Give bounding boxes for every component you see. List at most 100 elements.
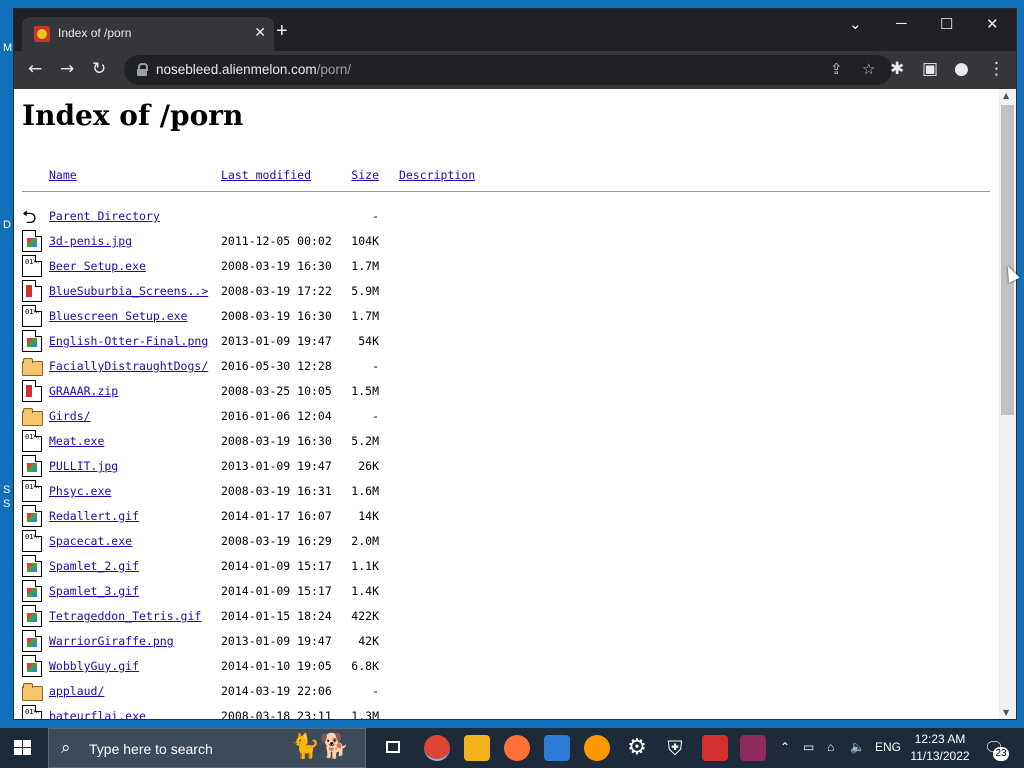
- wifi-icon[interactable]: ⌂: [827, 740, 834, 754]
- scroll-down-icon[interactable]: ▼: [1003, 708, 1009, 717]
- image-file-icon: [22, 630, 42, 652]
- file-size: -: [372, 684, 379, 698]
- antivirus-icon[interactable]: [702, 735, 728, 761]
- tab-search-icon[interactable]: ⌄: [849, 15, 862, 33]
- modified-date: 2014-01-15 18:24: [221, 609, 332, 623]
- scroll-up-icon[interactable]: ▲: [1003, 91, 1009, 100]
- modified-date: 2008-03-19 16:30: [221, 434, 332, 448]
- table-row: applaud/2014-03-19 22:06 -: [22, 679, 992, 704]
- image-file-icon: [22, 330, 42, 352]
- new-tab-button[interactable]: +: [276, 21, 288, 41]
- folder-icon: [22, 680, 43, 702]
- language-indicator[interactable]: ENG: [875, 740, 901, 754]
- file-link[interactable]: Parent Directory: [49, 209, 160, 223]
- file-link[interactable]: WobblyGuy.gif: [49, 659, 139, 673]
- file-size: 2.0M: [351, 534, 379, 548]
- file-size: 5.9M: [351, 284, 379, 298]
- page-title: Index of /porn: [22, 99, 244, 132]
- minimize-button[interactable]: ─: [896, 15, 907, 32]
- file-size: 1.7M: [351, 259, 379, 273]
- table-row: FaciallyDistraughtDogs/2016-05-30 12:28 -: [22, 354, 992, 379]
- image-file-icon: [22, 605, 42, 627]
- modified-date: 2014-01-10 19:05: [221, 659, 332, 673]
- network-icon[interactable]: ▭: [803, 740, 814, 754]
- address-bar[interactable]: nosebleed.alienmelon.com/porn/ ⇪ ☆: [124, 55, 892, 85]
- file-size: 1.6M: [351, 484, 379, 498]
- tab-close-icon[interactable]: ✕: [254, 24, 266, 41]
- table-row: 3d-penis.jpg 2011-12-05 00:02 104K: [22, 229, 992, 254]
- file-explorer-icon[interactable]: [464, 735, 490, 761]
- table-row: WobblyGuy.gif 2014-01-10 19:05 6.8K: [22, 654, 992, 679]
- file-size: 1.4K: [351, 584, 379, 598]
- volume-icon[interactable]: 🔈: [850, 740, 865, 754]
- settings-gear-icon[interactable]: ⚙: [624, 735, 650, 761]
- sublime-icon[interactable]: [584, 735, 610, 761]
- clock-time: 12:23 AM: [914, 732, 966, 746]
- vertical-scrollbar[interactable]: ▲ ▼: [999, 89, 1016, 719]
- file-link[interactable]: PULLIT.jpg: [49, 459, 118, 473]
- file-link[interactable]: applaud/: [49, 684, 104, 698]
- file-link[interactable]: Beer Setup.exe: [49, 259, 146, 273]
- clock[interactable]: 12:23 AM 11/13/2022: [900, 731, 980, 765]
- chevron-up-icon[interactable]: ⌃: [780, 740, 790, 754]
- file-link[interactable]: Redallert.gif: [49, 509, 139, 523]
- desktop-label: S: [3, 484, 11, 496]
- winrar-icon[interactable]: [740, 735, 766, 761]
- file-link[interactable]: GRAAAR.zip: [49, 384, 118, 398]
- extensions-puzzle-icon[interactable]: ✱: [890, 59, 904, 79]
- file-link[interactable]: FaciallyDistraughtDogs/: [49, 359, 208, 373]
- bookmark-star-icon[interactable]: ☆: [862, 60, 875, 78]
- share-icon[interactable]: ⇪: [830, 60, 843, 78]
- task-view-icon[interactable]: [380, 735, 406, 761]
- image-file-icon: [22, 455, 42, 477]
- table-row: Beer Setup.exe 2008-03-19 16:30 1.7M: [22, 254, 992, 279]
- file-size: 1.3M: [351, 709, 379, 719]
- file-link[interactable]: English-Otter-Final.png: [49, 334, 208, 348]
- side-panel-icon[interactable]: ▣: [922, 59, 938, 79]
- scrollbar-thumb[interactable]: [1001, 105, 1014, 415]
- file-link[interactable]: 3d-penis.jpg: [49, 234, 132, 248]
- file-link[interactable]: Phsyc.exe: [49, 484, 111, 498]
- maximize-button[interactable]: ☐: [940, 15, 953, 33]
- binary-file-icon: [22, 480, 42, 502]
- sort-modified-link[interactable]: Last modified: [221, 168, 311, 182]
- firefox-icon[interactable]: [504, 735, 530, 761]
- search-icon: ⌕: [61, 738, 71, 758]
- file-link[interactable]: Meat.exe: [49, 434, 104, 448]
- file-link[interactable]: Bluescreen Setup.exe: [49, 309, 187, 323]
- search-highlight-cats-icon[interactable]: 🐈🐕: [290, 732, 350, 760]
- menu-kebab-icon[interactable]: ⋮: [988, 59, 1005, 79]
- table-row: Spamlet_2.gif 2014-01-09 15:17 1.1K: [22, 554, 992, 579]
- forward-arrow-icon[interactable]: →: [60, 59, 74, 79]
- file-size: 5.2M: [351, 434, 379, 448]
- security-shield-icon[interactable]: ⛨: [662, 735, 688, 761]
- modified-date: 2008-03-19 16:30: [221, 259, 332, 273]
- modified-date: 2013-01-09 19:47: [221, 634, 332, 648]
- browser-tab[interactable]: Index of /porn ✕: [22, 17, 274, 51]
- table-row: Redallert.gif 2014-01-17 16:07 14K: [22, 504, 992, 529]
- close-window-button[interactable]: ✕: [986, 15, 999, 33]
- reload-icon[interactable]: ↻: [92, 59, 106, 79]
- file-link[interactable]: Spamlet_2.gif: [49, 559, 139, 573]
- url-text[interactable]: nosebleed.alienmelon.com/porn/: [156, 62, 351, 77]
- header-divider: [22, 191, 990, 192]
- file-link[interactable]: WarriorGiraffe.png: [49, 634, 174, 648]
- file-link[interactable]: Girds/: [49, 409, 91, 423]
- page-content: Index of /porn Name Last modified Size D…: [14, 89, 999, 719]
- file-link[interactable]: Tetrageddon_Tetris.gif: [49, 609, 201, 623]
- lock-icon[interactable]: [137, 63, 148, 76]
- chrome-taskbar-icon[interactable]: [424, 735, 450, 761]
- profile-icon[interactable]: ●: [954, 59, 969, 79]
- windows-start-icon[interactable]: [14, 740, 32, 756]
- back-arrow-icon[interactable]: ←: [28, 59, 42, 79]
- file-link[interactable]: BlueSuburbia_Screens..>: [49, 284, 208, 298]
- desktop-label: D: [3, 219, 11, 231]
- sort-name-link[interactable]: Name: [49, 168, 77, 182]
- sort-size-link[interactable]: Size: [335, 168, 379, 182]
- file-link[interactable]: Spacecat.exe: [49, 534, 132, 548]
- file-link[interactable]: Spamlet_3.gif: [49, 584, 139, 598]
- sort-description-link[interactable]: Description: [399, 168, 475, 182]
- file-link[interactable]: bateurflai.exe: [49, 709, 146, 719]
- virtualbox-icon[interactable]: [544, 735, 570, 761]
- title-bar: Index of /porn ✕ + ⌄ ─ ☐ ✕: [14, 9, 1016, 51]
